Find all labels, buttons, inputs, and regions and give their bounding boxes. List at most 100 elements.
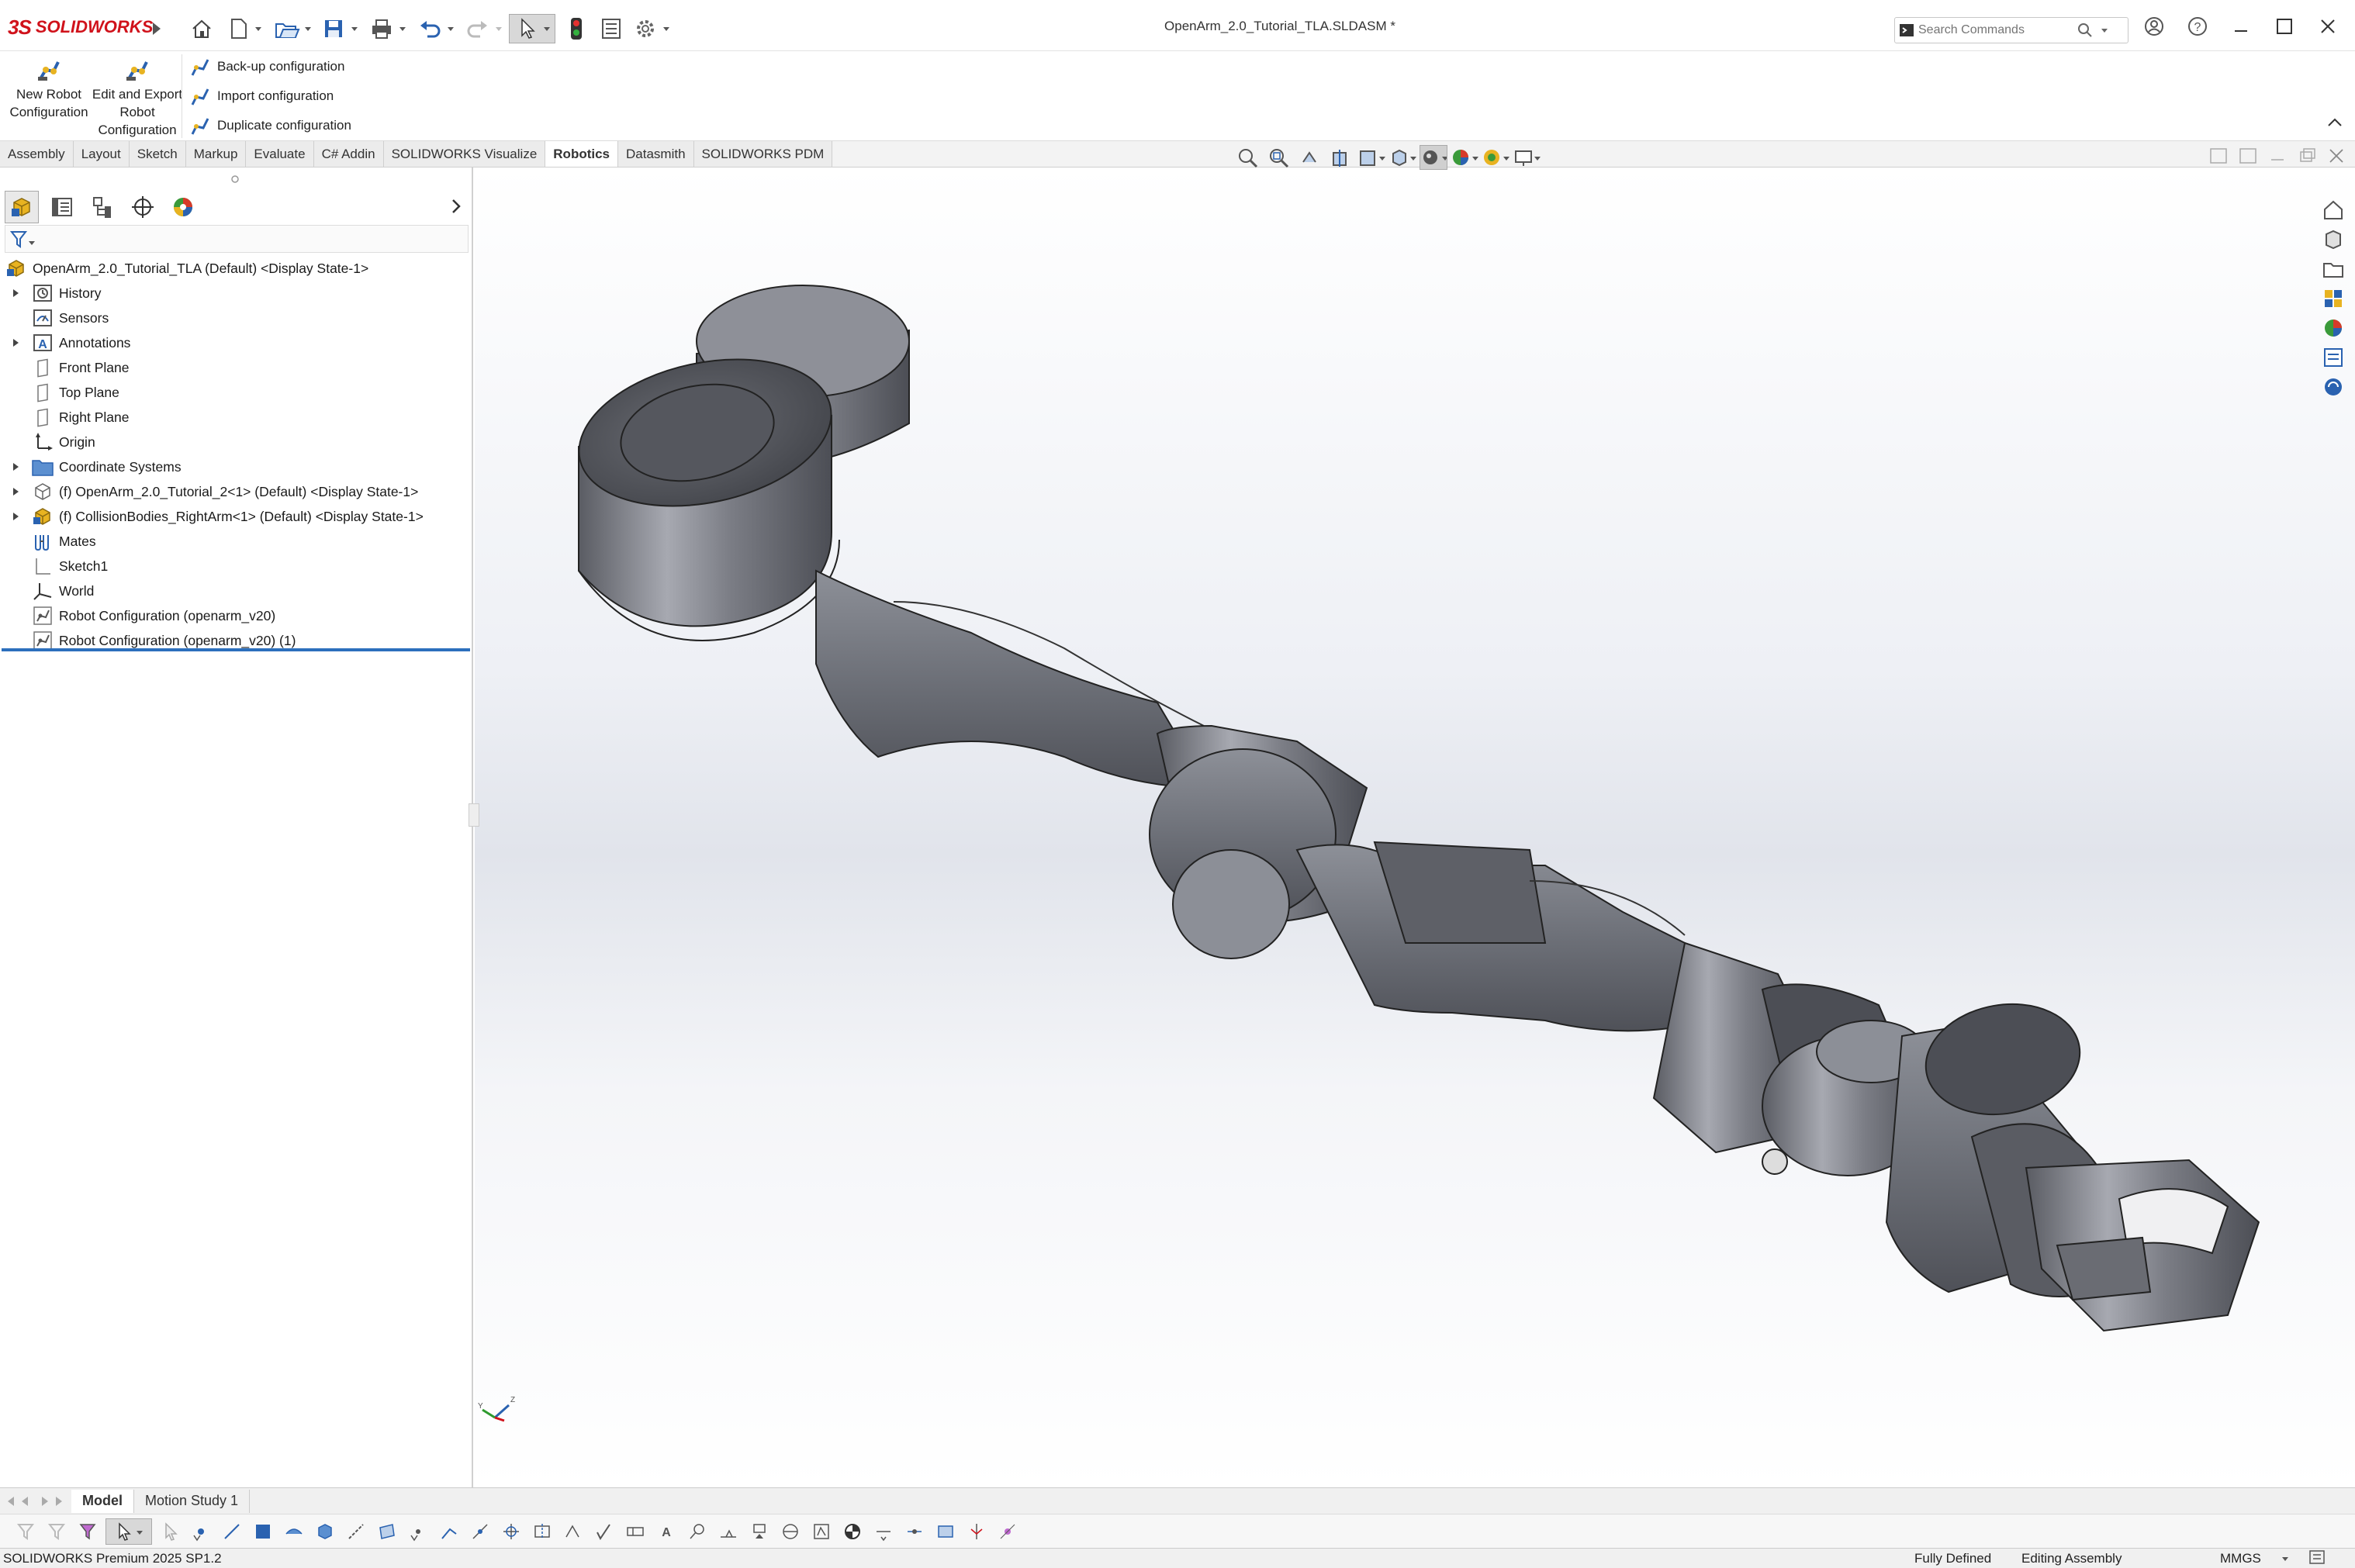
- tree-item-right-plane[interactable]: Right Plane: [0, 405, 470, 430]
- save-icon[interactable]: [320, 14, 363, 43]
- filter-notes-icon[interactable]: A: [653, 1518, 680, 1545]
- filter-axes-icon[interactable]: [343, 1518, 369, 1545]
- minimize-icon[interactable]: [2220, 11, 2262, 42]
- unit-system[interactable]: MMGS: [2220, 1551, 2261, 1566]
- dimxpertmanager-tab-icon[interactable]: [126, 191, 160, 223]
- tile-right-icon[interactable]: [2237, 146, 2259, 166]
- apply-scene-icon[interactable]: [1482, 145, 1509, 170]
- filter-routing-points-icon[interactable]: [870, 1518, 897, 1545]
- rebuild-icon[interactable]: [563, 14, 590, 43]
- tree-item-origin[interactable]: Origin: [0, 430, 470, 454]
- view-orientation-icon[interactable]: [1388, 145, 1416, 170]
- tree-item-sketch1[interactable]: Sketch1: [0, 554, 470, 579]
- expand-arrow-icon[interactable]: [9, 287, 22, 299]
- filter-connection-points-icon[interactable]: [901, 1518, 928, 1545]
- options-gear-icon[interactable]: [631, 14, 675, 43]
- solidworks-logo[interactable]: 3S SOLIDWORKS: [8, 14, 153, 40]
- filter-weld-symbols-icon[interactable]: [715, 1518, 742, 1545]
- duplicate-configuration-button[interactable]: Duplicate configuration: [186, 112, 351, 140]
- edit-appearance-icon[interactable]: [1451, 145, 1478, 170]
- filter-centerline-icon[interactable]: [529, 1518, 555, 1545]
- previous-view-icon[interactable]: [1295, 145, 1323, 170]
- customize-status-icon[interactable]: [2307, 1549, 2329, 1567]
- panel-expand-icon[interactable]: [447, 197, 469, 219]
- selection-cursor-icon[interactable]: [105, 1518, 152, 1545]
- filter-balloons-icon[interactable]: [684, 1518, 711, 1545]
- tree-item-mates[interactable]: Mates: [0, 529, 470, 554]
- tab-layout[interactable]: Layout: [73, 141, 130, 167]
- custom-properties-icon[interactable]: [2319, 344, 2347, 371]
- tree-item-subassembly-openarm[interactable]: (f) OpenArm_2.0_Tutorial_2<1> (Default) …: [0, 479, 470, 504]
- tree-item-coordinate-systems[interactable]: Coordinate Systems: [0, 454, 470, 479]
- tab-solidworks-visualize[interactable]: SOLIDWORKS Visualize: [383, 141, 546, 167]
- display-style-icon[interactable]: [1420, 145, 1447, 170]
- tab-evaluate[interactable]: Evaluate: [246, 141, 314, 167]
- viewport-restore-icon[interactable]: [2296, 146, 2318, 166]
- filter-sketch-segments-icon[interactable]: [436, 1518, 462, 1545]
- tree-root-assembly[interactable]: OpenArm_2.0_Tutorial_TLA (Default) <Disp…: [0, 256, 470, 281]
- tree-item-robot-config-1[interactable]: Robot Configuration (openarm_v20): [0, 603, 470, 628]
- solidworks-resources-icon[interactable]: [2319, 197, 2347, 223]
- backup-configuration-button[interactable]: Back-up configuration: [186, 53, 344, 81]
- filter-reference-points-icon[interactable]: [994, 1518, 1021, 1545]
- expand-menu-icon[interactable]: [149, 14, 164, 43]
- filter-edges-icon[interactable]: [219, 1518, 245, 1545]
- filter-sketch-points-icon[interactable]: [405, 1518, 431, 1545]
- tree-item-front-plane[interactable]: Front Plane: [0, 355, 470, 380]
- filter-surface-bodies-icon[interactable]: [281, 1518, 307, 1545]
- tab-robotics[interactable]: Robotics: [545, 141, 619, 167]
- forum-icon[interactable]: [2319, 374, 2347, 400]
- new-robot-configuration-button[interactable]: New Robot Configuration: [3, 54, 95, 121]
- home-icon[interactable]: [186, 14, 217, 43]
- edit-export-robot-configuration-button[interactable]: Edit and Export Robot Configuration: [92, 54, 183, 139]
- section-view-icon[interactable]: [1326, 145, 1354, 170]
- expand-arrow-icon[interactable]: [9, 461, 22, 473]
- tree-filter-bar[interactable]: [5, 225, 469, 253]
- collapse-ribbon-icon[interactable]: [2326, 115, 2349, 136]
- tree-item-sensors[interactable]: Sensors: [0, 306, 470, 330]
- filter-block-icon[interactable]: [932, 1518, 959, 1545]
- dynamic-annotation-icon[interactable]: [1357, 145, 1385, 170]
- expand-arrow-icon[interactable]: [9, 485, 22, 498]
- tab-motion-study-1[interactable]: Motion Study 1: [134, 1489, 251, 1513]
- displaymanager-tab-icon[interactable]: [166, 191, 200, 223]
- tree-item-world[interactable]: World: [0, 579, 470, 603]
- design-library-icon[interactable]: [2319, 226, 2347, 253]
- filter-toggle-icon[interactable]: [12, 1518, 39, 1545]
- featuremanager-tree-tab-icon[interactable]: [5, 191, 39, 223]
- zoom-to-area-icon[interactable]: [1264, 145, 1292, 170]
- tree-item-annotations[interactable]: A Annotations: [0, 330, 470, 355]
- filter-datum-targets-icon[interactable]: [777, 1518, 804, 1545]
- maximize-icon[interactable]: [2263, 11, 2305, 42]
- select-cursor-icon[interactable]: [157, 1518, 183, 1545]
- tree-item-collision-bodies[interactable]: (f) CollisionBodies_RightArm<1> (Default…: [0, 504, 470, 529]
- expand-arrow-icon[interactable]: [9, 337, 22, 349]
- import-configuration-button[interactable]: Import configuration: [186, 82, 334, 110]
- filter-datum-features-icon[interactable]: [746, 1518, 773, 1545]
- viewport-minimize-icon[interactable]: [2267, 146, 2288, 166]
- filter-center-marks-icon[interactable]: [498, 1518, 524, 1545]
- filter-midpoints-icon[interactable]: [467, 1518, 493, 1545]
- rollback-bar[interactable]: [2, 648, 470, 651]
- file-properties-icon[interactable]: [597, 14, 625, 43]
- new-document-icon[interactable]: [225, 14, 264, 43]
- select-all-filter-icon[interactable]: [74, 1518, 101, 1545]
- tree-item-top-plane[interactable]: Top Plane: [0, 380, 470, 405]
- configurationmanager-tab-icon[interactable]: [85, 191, 119, 223]
- close-icon[interactable]: [2307, 11, 2349, 42]
- graphics-area[interactable]: ZY: [475, 168, 2355, 1487]
- tab-model[interactable]: Model: [71, 1489, 134, 1513]
- filter-center-of-mass-icon[interactable]: [839, 1518, 866, 1545]
- tab-datasmith[interactable]: Datasmith: [618, 141, 694, 167]
- undo-icon[interactable]: [416, 14, 459, 43]
- panel-splitter-handle[interactable]: [469, 803, 479, 827]
- tab-csharp-addin[interactable]: C# Addin: [313, 141, 384, 167]
- view-settings-icon[interactable]: [1513, 145, 1541, 170]
- view-palette-icon[interactable]: [2319, 285, 2347, 312]
- filter-vertices-icon[interactable]: [188, 1518, 214, 1545]
- print-icon[interactable]: [368, 14, 411, 43]
- open-document-icon[interactable]: [271, 14, 315, 43]
- help-icon[interactable]: ?: [2177, 11, 2218, 42]
- redo-icon[interactable]: [464, 14, 507, 43]
- tile-left-icon[interactable]: [2208, 146, 2229, 166]
